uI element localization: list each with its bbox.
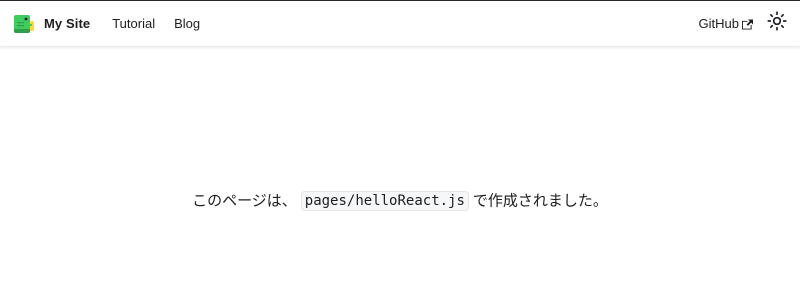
sun-icon bbox=[767, 11, 787, 36]
navbar-right: GitHub bbox=[699, 1, 800, 46]
page-message: このページは、 pages/helloReact.js で作成されました。 bbox=[0, 189, 800, 212]
brand-link[interactable]: My Site bbox=[12, 12, 90, 36]
file-name-code: pages/helloReact.js bbox=[300, 190, 469, 211]
brand-title: My Site bbox=[44, 16, 91, 31]
navbar: My Site Tutorial Blog GitHub bbox=[0, 1, 800, 47]
theme-toggle-button[interactable] bbox=[766, 11, 788, 36]
nav-link-tutorial[interactable]: Tutorial bbox=[112, 16, 155, 31]
navbar-left: My Site Tutorial Blog bbox=[0, 1, 219, 46]
external-link-icon bbox=[742, 18, 753, 30]
dinosaur-logo-icon bbox=[12, 12, 36, 36]
message-prefix: このページは、 bbox=[192, 191, 297, 210]
github-link[interactable]: GitHub bbox=[699, 16, 753, 31]
main-content: このページは、 pages/helloReact.js で作成されました。 bbox=[0, 47, 800, 303]
message-suffix: で作成されました。 bbox=[472, 191, 608, 210]
nav-link-blog[interactable]: Blog bbox=[174, 16, 200, 31]
github-link-label: GitHub bbox=[698, 16, 739, 31]
